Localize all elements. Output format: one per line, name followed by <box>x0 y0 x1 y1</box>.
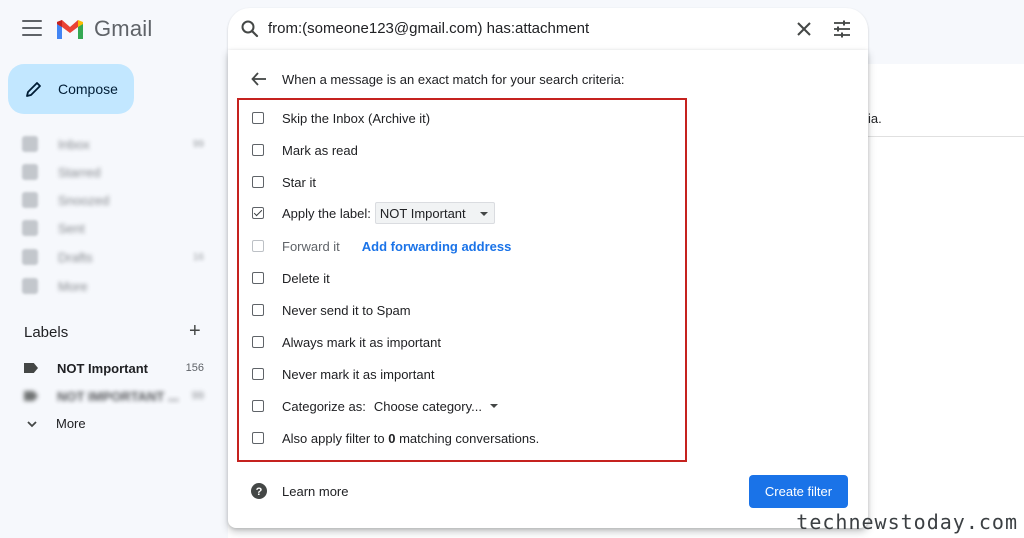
option-label: Never send it to Spam <box>282 302 411 318</box>
inbox-icon <box>22 136 38 152</box>
pencil-icon <box>26 82 41 97</box>
label-count: 156 <box>185 362 204 374</box>
close-icon[interactable] <box>794 19 814 39</box>
sidebar-item-starred[interactable]: Starred <box>22 162 212 182</box>
sidebar-item-sent[interactable]: Sent <box>22 218 212 238</box>
svg-text:?: ? <box>256 486 263 498</box>
sidebar-item-count: 16 <box>192 251 204 263</box>
search-icon[interactable] <box>240 19 260 39</box>
option-never-important[interactable]: Never mark it as important <box>252 364 434 384</box>
label-count: 99 <box>191 390 204 402</box>
sidebar-item-label: Sent <box>58 220 85 236</box>
site-watermark: technewstoday.com <box>796 510 1018 534</box>
checkbox-disabled <box>252 240 264 252</box>
checkbox[interactable] <box>252 304 264 316</box>
sidebar-item-inbox[interactable]: Inbox 99 <box>22 134 212 154</box>
option-label: Also apply filter to 0 matching conversa… <box>282 431 539 446</box>
checkbox-checked[interactable] <box>252 207 264 219</box>
option-label: Delete it <box>282 270 330 286</box>
dialog-title: When a message is an exact match for you… <box>282 72 625 87</box>
option-also-apply[interactable]: Also apply filter to 0 matching conversa… <box>252 428 539 448</box>
label-select-value: NOT Important <box>379 205 466 221</box>
compose-label: Compose <box>58 81 118 97</box>
more-label: More <box>56 416 86 431</box>
labels-more-button[interactable]: More <box>26 416 86 431</box>
option-star[interactable]: Star it <box>252 172 316 192</box>
checkbox[interactable] <box>252 432 264 444</box>
labels-heading: Labels <box>24 324 69 341</box>
label-name: NOT Important <box>57 360 148 376</box>
help-icon[interactable]: ? <box>250 482 268 500</box>
sidebar-item-label: Snoozed <box>58 192 110 208</box>
dropdown-caret-icon <box>489 404 498 408</box>
checkbox[interactable] <box>252 400 264 412</box>
gmail-m-icon <box>57 20 83 39</box>
checkbox[interactable] <box>252 112 264 124</box>
option-label: Never mark it as important <box>282 366 435 382</box>
option-skip-inbox[interactable]: Skip the Inbox (Archive it) <box>252 108 430 128</box>
option-label: Categorize as: <box>282 398 366 414</box>
sidebar-label-blurred[interactable]: NOT IMPORTANT ... 99 <box>24 386 208 406</box>
also-apply-suffix: matching conversations. <box>395 430 540 446</box>
option-label: Forward it <box>282 238 340 254</box>
label-tag-icon <box>24 391 38 401</box>
option-always-important[interactable]: Always mark it as important <box>252 332 441 352</box>
sidebar-item-snoozed[interactable]: Snoozed <box>22 190 212 210</box>
sidebar-item-label: More <box>58 278 88 294</box>
compose-button[interactable]: Compose <box>8 64 134 114</box>
background-text: ia. <box>868 111 882 126</box>
option-label: Mark as read <box>282 142 358 158</box>
checkbox[interactable] <box>252 272 264 284</box>
back-arrow-icon[interactable] <box>250 70 268 88</box>
create-filter-dialog: When a message is an exact match for you… <box>228 50 868 528</box>
sidebar-item-label: Inbox <box>58 136 90 152</box>
also-apply-prefix: Also apply filter to <box>282 430 389 446</box>
option-label: Skip the Inbox (Archive it) <box>282 110 431 126</box>
label-tag-icon <box>24 363 38 373</box>
option-forward[interactable]: Forward it Add forwarding address <box>252 236 511 256</box>
option-mark-read[interactable]: Mark as read <box>252 140 358 160</box>
search-bar[interactable]: from:(someone123@gmail.com) has:attachme… <box>228 8 868 50</box>
label-name: NOT IMPORTANT ... <box>57 388 179 404</box>
sidebar-item-count: 99 <box>192 138 204 150</box>
chevron-down-icon <box>22 278 38 294</box>
checkbox[interactable] <box>252 144 264 156</box>
chevron-down-icon <box>27 420 37 427</box>
sidebar-label-not-important[interactable]: NOT Important 156 <box>24 358 208 378</box>
checkbox[interactable] <box>252 368 264 380</box>
option-label: Always mark it as important <box>282 334 441 350</box>
add-label-plus-icon[interactable]: + <box>189 321 201 341</box>
add-forwarding-address-link[interactable]: Add forwarding address <box>362 239 512 254</box>
tune-icon[interactable] <box>832 19 852 39</box>
draft-icon <box>22 249 38 265</box>
option-apply-label[interactable]: Apply the label: NOT Important <box>252 202 495 224</box>
sidebar-item-label: Drafts <box>58 249 93 265</box>
sidebar-item-label: Starred <box>58 164 101 180</box>
gmail-logo[interactable]: Gmail <box>56 16 152 42</box>
search-input[interactable]: from:(someone123@gmail.com) has:attachme… <box>268 20 589 37</box>
option-label: Apply the label: <box>282 205 371 221</box>
option-never-spam[interactable]: Never send it to Spam <box>252 300 411 320</box>
clock-icon <box>22 192 38 208</box>
divider <box>868 136 1024 137</box>
category-select-value: Choose category... <box>373 398 482 414</box>
option-delete[interactable]: Delete it <box>252 268 330 288</box>
checkbox[interactable] <box>252 336 264 348</box>
sidebar-item-drafts[interactable]: Drafts 16 <box>22 247 212 267</box>
gmail-wordmark: Gmail <box>94 16 153 41</box>
option-label: Star it <box>282 174 316 190</box>
main-menu-button[interactable] <box>22 20 42 36</box>
dropdown-caret-icon <box>479 212 488 216</box>
learn-more-link[interactable]: Learn more <box>282 484 348 499</box>
sidebar-item-more[interactable]: More <box>22 276 212 296</box>
create-filter-button[interactable]: Create filter <box>749 475 848 508</box>
star-icon <box>22 164 38 180</box>
option-categorize[interactable]: Categorize as: Choose category... <box>252 396 498 416</box>
label-select-dropdown[interactable]: NOT Important <box>374 202 495 224</box>
category-select-dropdown[interactable]: Choose category... <box>374 399 498 414</box>
checkbox[interactable] <box>252 176 264 188</box>
send-icon <box>22 220 38 236</box>
